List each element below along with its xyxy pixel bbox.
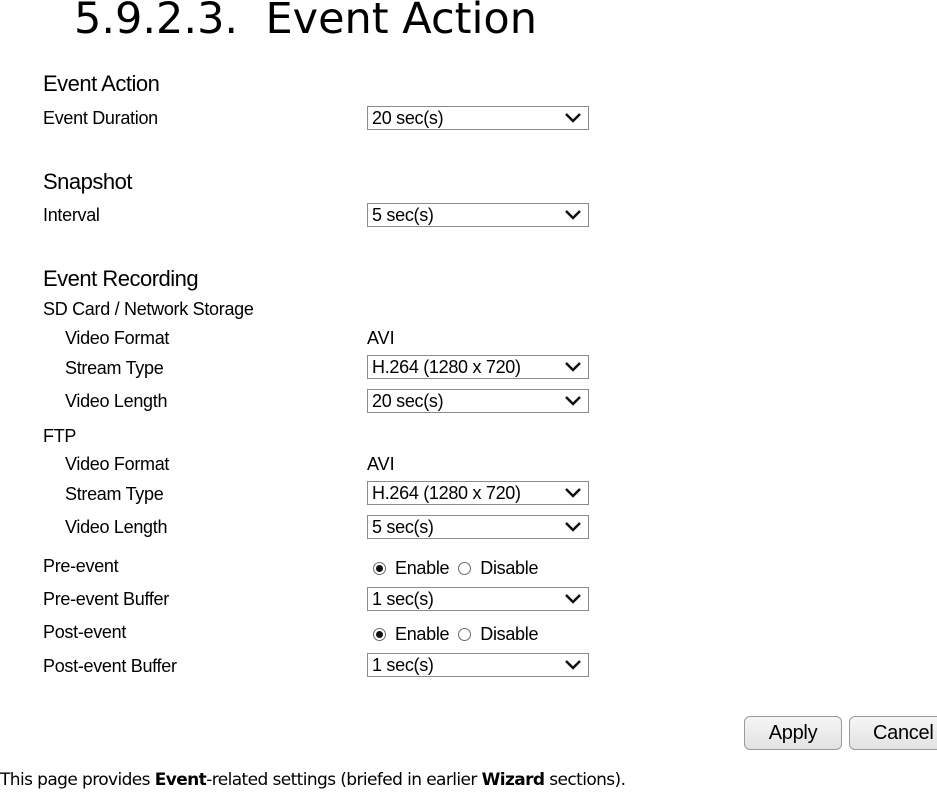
ftp-video-length-label: Video Length (65, 517, 168, 537)
pre-event-buffer-value: 1 sec(s) (372, 589, 434, 609)
chevron-down-icon (565, 594, 581, 604)
section-number: 5.9.2.3. (74, 0, 239, 44)
ftp-stream-type-value: H.264 (1280 x 720) (372, 483, 521, 503)
interval-value: 5 sec(s) (372, 205, 434, 225)
section-heading: 5.9.2.3. Event Action (74, 0, 537, 44)
chevron-down-icon (565, 660, 581, 670)
ftp-title: FTP (43, 426, 77, 446)
chevron-down-icon (565, 113, 581, 123)
caption-text-1: This page provides (0, 770, 155, 790)
sd-stream-type-value: H.264 (1280 x 720) (372, 357, 521, 377)
chevron-down-icon (565, 522, 581, 532)
post-event-disable-label[interactable]: Disable (480, 624, 538, 645)
chevron-down-icon (565, 210, 581, 220)
pre-event-disable-label[interactable]: Disable (480, 558, 538, 579)
pre-event-buffer-label: Pre-event Buffer (43, 589, 169, 609)
post-event-buffer-select[interactable]: 1 sec(s) (367, 653, 589, 677)
ftp-video-length-select[interactable]: 5 sec(s) (367, 515, 589, 539)
sd-stream-type-select[interactable]: H.264 (1280 x 720) (367, 355, 589, 379)
event-action-title: Event Action (43, 71, 160, 96)
sd-card-title: SD Card / Network Storage (43, 299, 254, 319)
event-duration-value: 20 sec(s) (372, 108, 444, 128)
post-event-disable-radio[interactable] (458, 628, 472, 641)
post-event-enable-radio[interactable] (373, 628, 386, 641)
ftp-video-format-label: Video Format (65, 454, 170, 474)
post-event-buffer-label: Post-event Buffer (43, 656, 177, 676)
post-event-radio-group: Enable Disable (373, 624, 547, 645)
event-duration-label: Event Duration (43, 108, 158, 128)
ftp-video-format-value: AVI (367, 454, 395, 474)
section-title: Event Action (265, 0, 537, 44)
ftp-video-length-value: 5 sec(s) (372, 517, 434, 537)
pre-event-enable-radio[interactable] (373, 562, 386, 575)
caption-bold-event: Event (154, 770, 207, 790)
post-event-buffer-value: 1 sec(s) (372, 655, 434, 675)
chevron-down-icon (565, 488, 581, 498)
pre-event-radio-group: Enable Disable (373, 558, 547, 579)
post-event-label: Post-event (43, 622, 127, 642)
apply-button[interactable]: Apply (744, 716, 842, 750)
post-event-enable-label[interactable]: Enable (395, 624, 450, 645)
page-description: This page provides Event-related setting… (0, 770, 626, 790)
sd-video-length-select[interactable]: 20 sec(s) (367, 389, 589, 413)
event-recording-title: Event Recording (43, 266, 199, 291)
snapshot-title: Snapshot (43, 169, 132, 194)
sd-video-format-label: Video Format (65, 328, 170, 348)
chevron-down-icon (565, 396, 581, 406)
pre-event-label: Pre-event (43, 556, 119, 576)
pre-event-buffer-select[interactable]: 1 sec(s) (367, 587, 589, 611)
caption-text-3: sections). (544, 770, 626, 790)
ftp-stream-type-label: Stream Type (65, 484, 164, 504)
sd-video-format-value: AVI (367, 328, 395, 348)
sd-stream-type-label: Stream Type (65, 358, 164, 378)
caption-text-2: -related settings (briefed in earlier (206, 770, 482, 790)
chevron-down-icon (565, 362, 581, 372)
ftp-stream-type-select[interactable]: H.264 (1280 x 720) (367, 481, 589, 505)
interval-label: Interval (43, 205, 100, 225)
interval-select[interactable]: 5 sec(s) (367, 203, 589, 227)
pre-event-disable-radio[interactable] (458, 562, 472, 575)
pre-event-enable-label[interactable]: Enable (395, 558, 450, 579)
sd-video-length-label: Video Length (65, 391, 168, 411)
sd-video-length-value: 20 sec(s) (372, 391, 444, 411)
caption-bold-wizard: Wizard (481, 770, 546, 790)
event-duration-select[interactable]: 20 sec(s) (367, 106, 589, 130)
cancel-button[interactable]: Cancel (849, 716, 937, 750)
